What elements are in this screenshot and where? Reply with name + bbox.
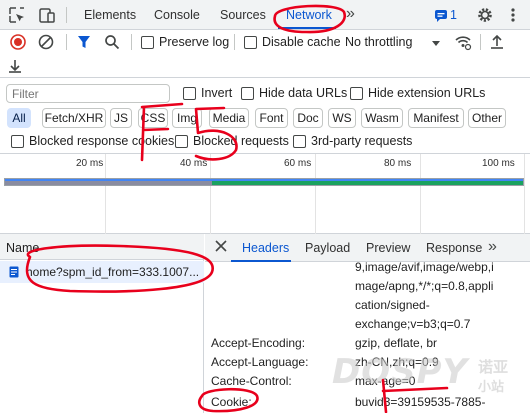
export-har-download-icon[interactable] <box>8 58 22 77</box>
request-name: home?spm_id_from=333.1007... <box>26 265 200 279</box>
divider <box>234 34 235 50</box>
more-detail-tabs-button[interactable]: » <box>488 238 497 256</box>
accept-value-line: mage/apng,*/*;q=0.8,appli <box>355 279 494 293</box>
hide-data-urls-checkbox[interactable] <box>241 87 254 100</box>
request-list: Name home?spm_id_from=333.1007... <box>0 234 204 413</box>
invert-checkbox[interactable] <box>183 87 196 100</box>
more-options-kebab-icon[interactable] <box>504 6 522 24</box>
blocked-response-cookies-checkbox[interactable] <box>11 135 24 148</box>
timeline-gridline <box>210 154 211 234</box>
timeline-tick: 40 ms <box>180 158 208 169</box>
tab-payload[interactable]: Payload <box>305 241 350 255</box>
filter-funnel-icon[interactable] <box>77 34 91 53</box>
close-icon[interactable] <box>214 239 228 256</box>
tab-response[interactable]: Response <box>426 241 482 255</box>
type-filter-all[interactable]: All <box>7 108 31 128</box>
type-filter-ws[interactable]: WS <box>328 108 356 128</box>
settings-gear-icon[interactable] <box>476 6 494 24</box>
tab-sources[interactable]: Sources <box>220 8 266 22</box>
header-name: Accept-Language: <box>211 355 309 369</box>
blocked-requests-label: Blocked requests <box>193 134 289 148</box>
throttling-select[interactable]: No throttling <box>345 35 412 49</box>
divider <box>131 34 132 50</box>
blocked-options-row: Blocked response cookies Blocked request… <box>0 130 530 154</box>
document-icon <box>9 266 19 281</box>
accept-value-line: 9,image/avif,image/webp,i <box>355 260 494 274</box>
header-value: gzip, deflate, br <box>355 336 438 350</box>
clear-icon[interactable] <box>38 34 54 53</box>
timeline-tick: 80 ms <box>384 158 412 169</box>
type-filter-media[interactable]: Media <box>209 108 249 128</box>
type-filter-manifest[interactable]: Manifest <box>408 108 464 128</box>
timeline-tick: 60 ms <box>284 158 312 169</box>
tab-console[interactable]: Console <box>154 8 200 22</box>
filter-row: Invert Hide data URLs Hide extension URL… <box>0 80 530 106</box>
divider <box>66 34 67 50</box>
timeline-gridline <box>105 154 106 234</box>
header-name: Cache-Control: <box>211 374 292 388</box>
inspect-element-icon[interactable] <box>8 6 26 24</box>
disable-cache-checkbox[interactable] <box>244 36 257 49</box>
chevron-down-icon[interactable] <box>431 37 441 51</box>
hide-data-urls-label: Hide data URLs <box>259 86 348 100</box>
devtools-tab-bar: Elements Console Sources Network » 1 <box>0 0 530 30</box>
import-har-upload-icon[interactable] <box>490 34 504 53</box>
divider <box>66 7 67 23</box>
more-tabs-button[interactable]: » <box>346 5 355 23</box>
tab-network[interactable]: Network <box>286 8 332 22</box>
disable-cache-label: Disable cache <box>262 35 341 49</box>
watermark-sub: 小站 <box>478 379 505 394</box>
preserve-log-label: Preserve log <box>159 35 230 49</box>
network-conditions-wifi-icon[interactable] <box>454 33 472 54</box>
timeline-gridline <box>420 154 421 234</box>
accept-value-line: cation/signed- <box>355 298 430 312</box>
issues-count: 1 <box>450 8 457 22</box>
network-overview-timeline[interactable]: 20 ms 40 ms 60 ms 80 ms 100 ms <box>0 154 530 234</box>
hide-extension-urls-checkbox[interactable] <box>350 87 363 100</box>
hide-extension-urls-label: Hide extension URLs <box>368 86 486 100</box>
timeline-request-bar <box>4 178 524 186</box>
tab-elements[interactable]: Elements <box>84 8 136 22</box>
timeline-blue-segment <box>5 179 523 181</box>
type-filter-doc[interactable]: Doc <box>293 108 323 128</box>
watermark-logo: DOSPY <box>332 352 469 392</box>
active-tab-indicator <box>278 27 336 29</box>
timeline-tick: 20 ms <box>76 158 104 169</box>
watermark-sub: 诺亚 <box>478 359 509 376</box>
accept-value-line: exchange;v=b3;q=0.7 <box>355 317 471 331</box>
type-filter-other[interactable]: Other <box>468 108 506 128</box>
preserve-log-checkbox[interactable] <box>141 36 154 49</box>
type-filter-wasm[interactable]: Wasm <box>361 108 403 128</box>
type-filter-fetch-xhr[interactable]: Fetch/XHR <box>42 108 106 128</box>
third-party-requests-checkbox[interactable] <box>293 135 306 148</box>
timeline-gridline <box>315 154 316 234</box>
divider <box>480 34 481 50</box>
network-toolbar: Preserve log Disable cache No throttling <box>0 30 530 54</box>
active-detail-tab-indicator <box>231 260 291 262</box>
device-toolbar-icon[interactable] <box>38 6 56 24</box>
request-row[interactable]: home?spm_id_from=333.1007... <box>0 261 204 283</box>
type-filter-js[interactable]: JS <box>110 108 132 128</box>
timeline-gridline <box>524 154 525 234</box>
name-column-header[interactable]: Name <box>6 241 39 255</box>
tab-preview[interactable]: Preview <box>366 241 410 255</box>
type-filter-img[interactable]: Img <box>172 108 202 128</box>
invert-label: Invert <box>201 86 233 100</box>
request-list-header: Name <box>0 234 204 260</box>
tab-headers[interactable]: Headers <box>242 241 289 255</box>
third-party-requests-label: 3rd-party requests <box>311 134 413 148</box>
header-value: buvid3=39159535-7885- <box>355 395 486 409</box>
timeline-tick: 100 ms <box>482 158 515 169</box>
blocked-requests-checkbox[interactable] <box>175 135 188 148</box>
details-tab-bar: Headers Payload Preview Response » <box>205 234 530 262</box>
search-icon[interactable] <box>104 34 120 53</box>
header-name: Accept-Encoding: <box>211 336 306 350</box>
header-name: Cookie: <box>211 395 252 409</box>
stop-recording-icon[interactable] <box>10 34 26 53</box>
type-filter-css[interactable]: CSS <box>138 108 168 128</box>
type-filter-font[interactable]: Font <box>255 108 288 128</box>
network-toolbar-overflow <box>0 54 530 78</box>
blocked-response-cookies-label: Blocked response cookies <box>29 134 175 148</box>
